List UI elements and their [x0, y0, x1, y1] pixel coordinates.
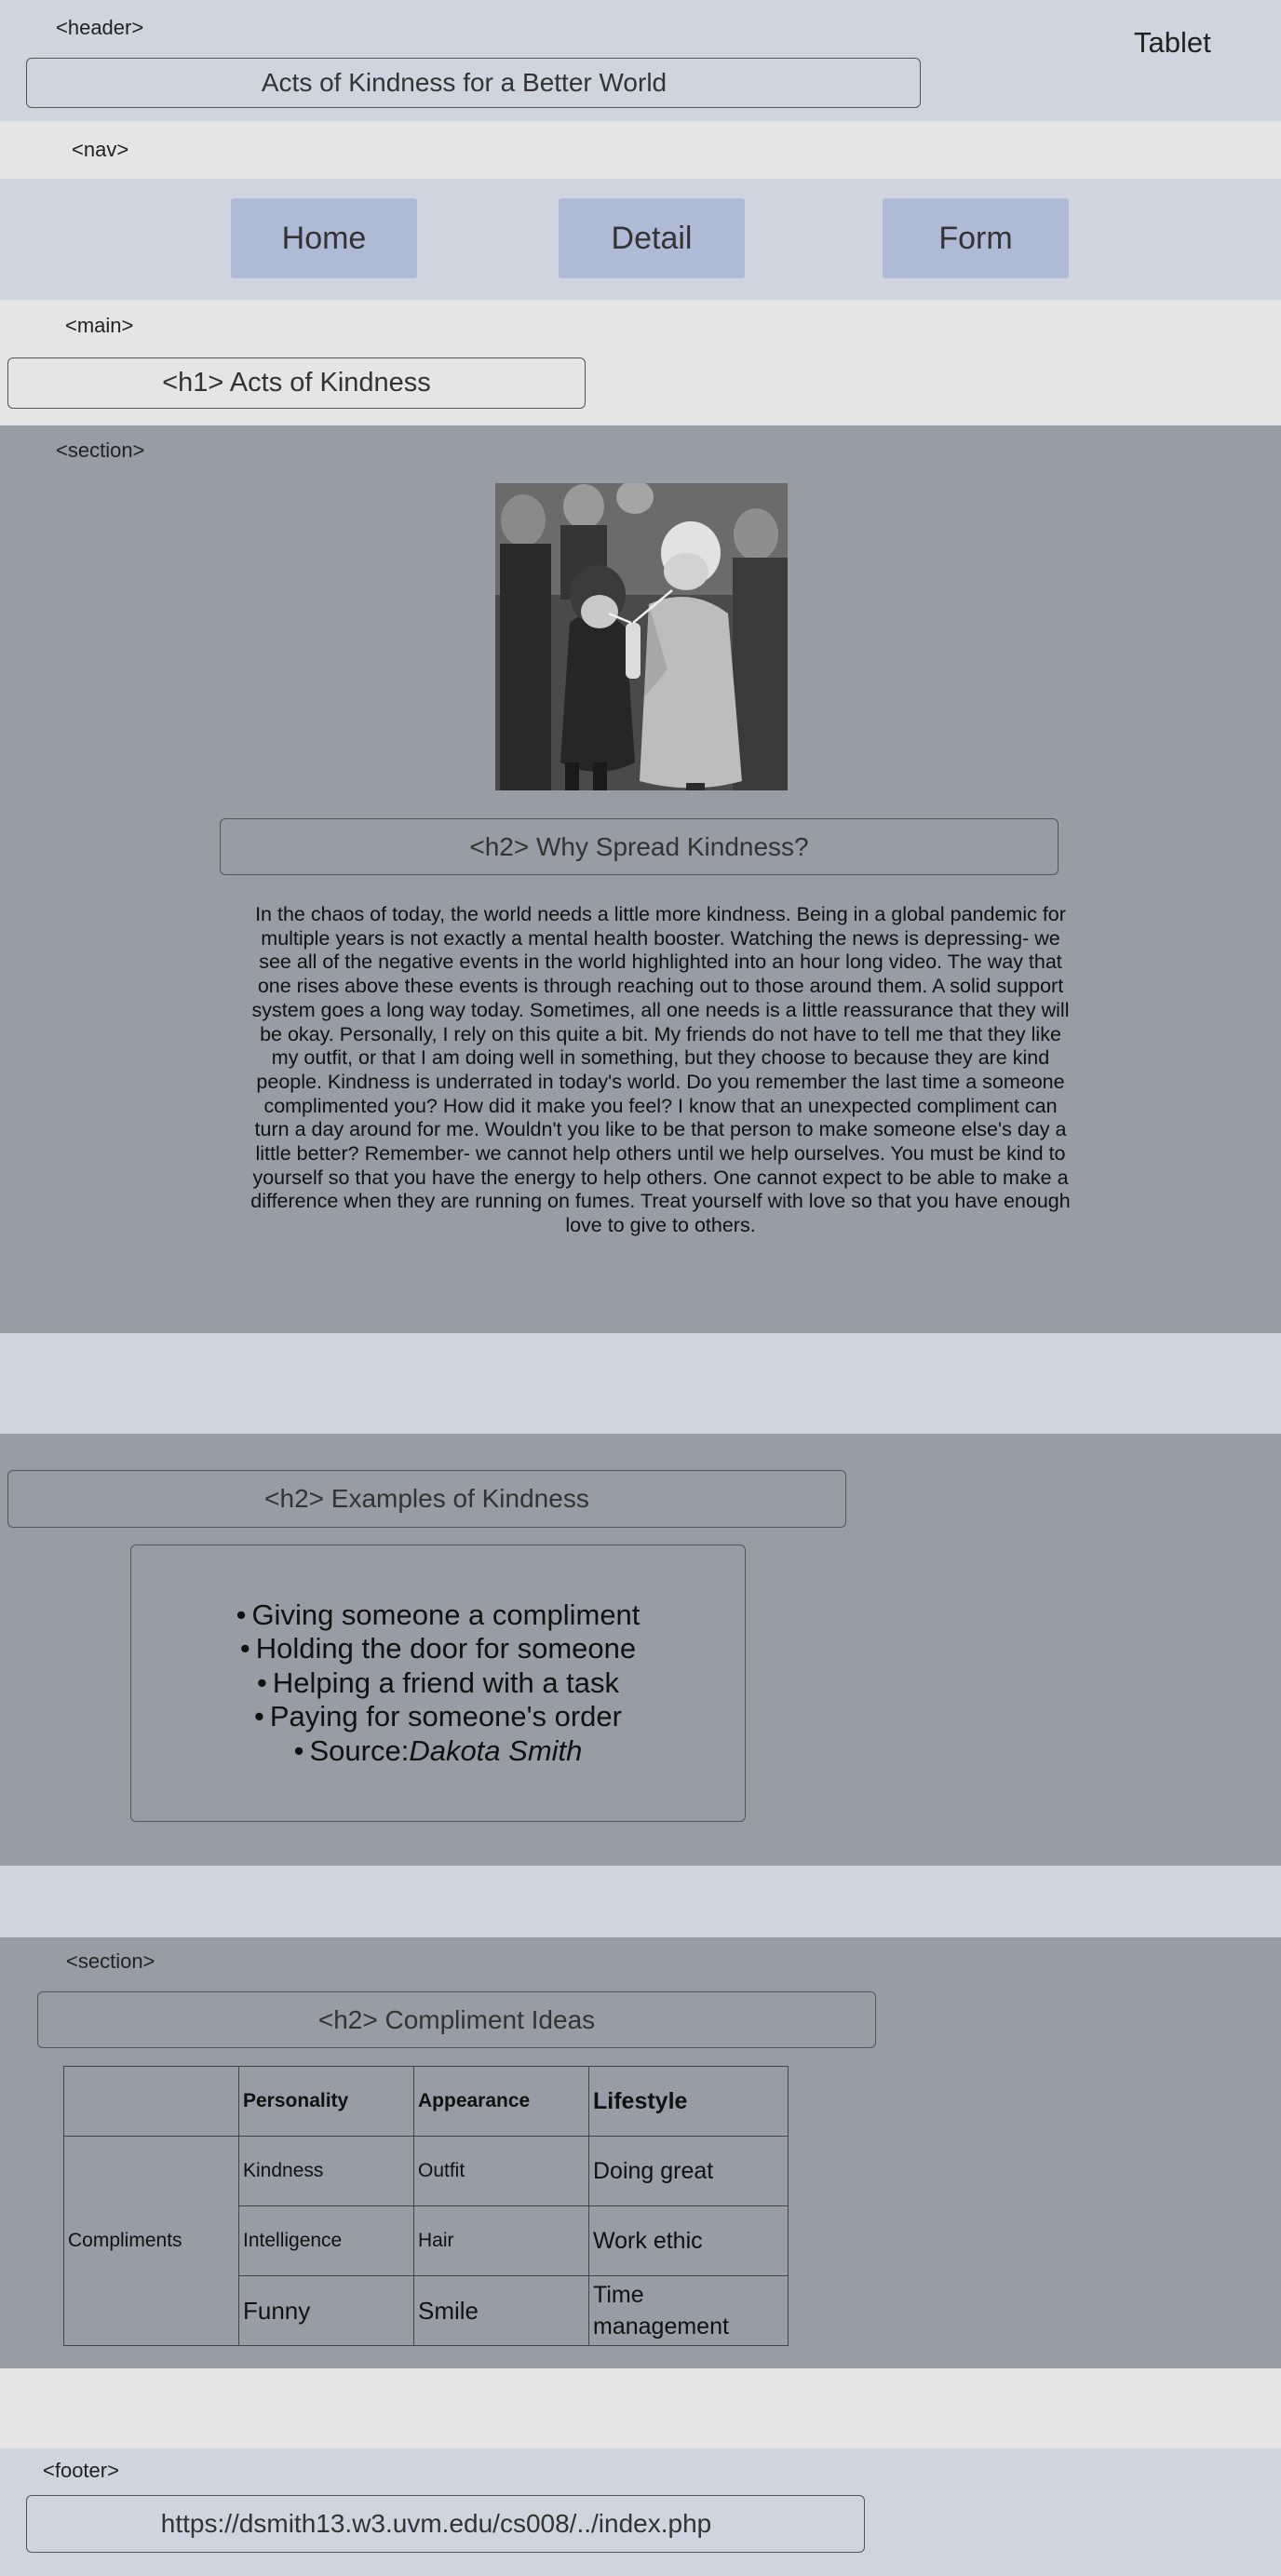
table-header-cell: Personality [238, 2066, 414, 2137]
examples-heading: <h2> Examples of Kindness [7, 1470, 846, 1528]
spacer-band-2 [0, 1866, 1281, 1937]
main-band: <main> <h1> Acts of Kindness [0, 300, 1281, 425]
footer-tag-label: <footer> [43, 2459, 119, 2482]
nav-home-label: Home [281, 220, 367, 256]
compliment-ideas-heading-text: <h2> Compliment Ideas [317, 2004, 596, 2034]
list-item-text: Paying for someone's order [269, 1700, 622, 1733]
nav-tag-band: <nav> [0, 121, 1281, 179]
footer-url-text: https://dsmith13.w3.uvm.edu/cs008/../ind… [160, 2509, 712, 2538]
compliment-ideas-heading: <h2> Compliment Ideas [37, 1991, 876, 2048]
footer-link[interactable]: https://dsmith13.w3.uvm.edu/cs008/../ind… [26, 2495, 865, 2553]
list-item: Helping a friend with a task [236, 1666, 640, 1701]
list-item-source: Source:Dakota Smith [236, 1734, 640, 1769]
table-header-cell: Appearance [413, 2066, 589, 2137]
list-item: Holding the door for someone [236, 1632, 640, 1666]
nav-form-label: Form [938, 220, 1013, 256]
nav-bar: Home Detail Form [0, 179, 1281, 300]
header-band: <header> Tablet Acts of Kindness for a B… [0, 0, 1281, 121]
why-kindness-heading-text: <h2> Why Spread Kindness? [469, 831, 809, 861]
page-heading: <h1> Acts of Kindness [7, 357, 586, 409]
table-header-row: Personality Appearance Lifestyle [63, 2066, 789, 2137]
list-item: Giving someone a compliment [236, 1598, 640, 1633]
table-cell: Work ethic [588, 2205, 789, 2276]
spacer-band-1 [0, 1333, 1281, 1434]
spacer-band-3 [0, 2368, 1281, 2448]
why-kindness-heading: <h2> Why Spread Kindness? [220, 818, 1059, 875]
list-item-text: Helping a friend with a task [272, 1666, 620, 1699]
examples-list: Giving someone a compliment Holding the … [236, 1598, 640, 1769]
section1-tag-label: <section> [56, 438, 145, 462]
table-cell: Intelligence [238, 2205, 414, 2276]
source-name: Dakota Smith [409, 1733, 583, 1767]
list-item-text: Holding the door for someone [255, 1632, 637, 1666]
nav-detail-label: Detail [611, 220, 693, 256]
header-tag-label: <header> [56, 16, 144, 39]
table-row-label: Compliments [63, 2136, 239, 2346]
compliments-table: Personality Appearance Lifestyle Complim… [63, 2066, 789, 2346]
children-sharing-drink-photo [495, 483, 788, 790]
why-kindness-paragraph: In the chaos of today, the world needs a… [250, 903, 1071, 1237]
source-label: Source: [309, 1733, 410, 1767]
examples-heading-text: <h2> Examples of Kindness [264, 1484, 589, 1513]
nav-form-button[interactable]: Form [883, 198, 1069, 278]
table-cell: Funny [238, 2275, 414, 2346]
table-cell: Outfit [413, 2136, 589, 2206]
table-header-cell: Lifestyle [588, 2066, 789, 2137]
page-heading-text: <h1> Acts of Kindness [162, 368, 431, 398]
nav-detail-button[interactable]: Detail [559, 198, 745, 278]
site-title-text: Acts of Kindness for a Better World [261, 68, 667, 97]
list-item-text: Giving someone a compliment [251, 1598, 640, 1631]
table-row: Compliments Kindness Outfit Doing great [63, 2136, 789, 2346]
table-cell: Doing great [588, 2136, 789, 2206]
nav-tag-label: <nav> [72, 138, 129, 161]
table-cell: Kindness [238, 2136, 414, 2206]
list-item: Paying for someone's order [236, 1700, 640, 1734]
footer-band: <footer> https://dsmith13.w3.uvm.edu/cs0… [0, 2448, 1281, 2576]
table-header-cell [63, 2066, 239, 2137]
nav-home-button[interactable]: Home [231, 198, 417, 278]
examples-list-box: Giving someone a compliment Holding the … [130, 1544, 746, 1822]
table-cell: Time management [588, 2275, 789, 2346]
section2-tag-label: <section> [66, 1949, 155, 1973]
table-cell: Hair [413, 2205, 589, 2276]
site-title: Acts of Kindness for a Better World [26, 58, 921, 108]
main-tag-label: <main> [65, 314, 134, 337]
table-cell: Smile [413, 2275, 589, 2346]
device-label: Tablet [1134, 26, 1211, 59]
